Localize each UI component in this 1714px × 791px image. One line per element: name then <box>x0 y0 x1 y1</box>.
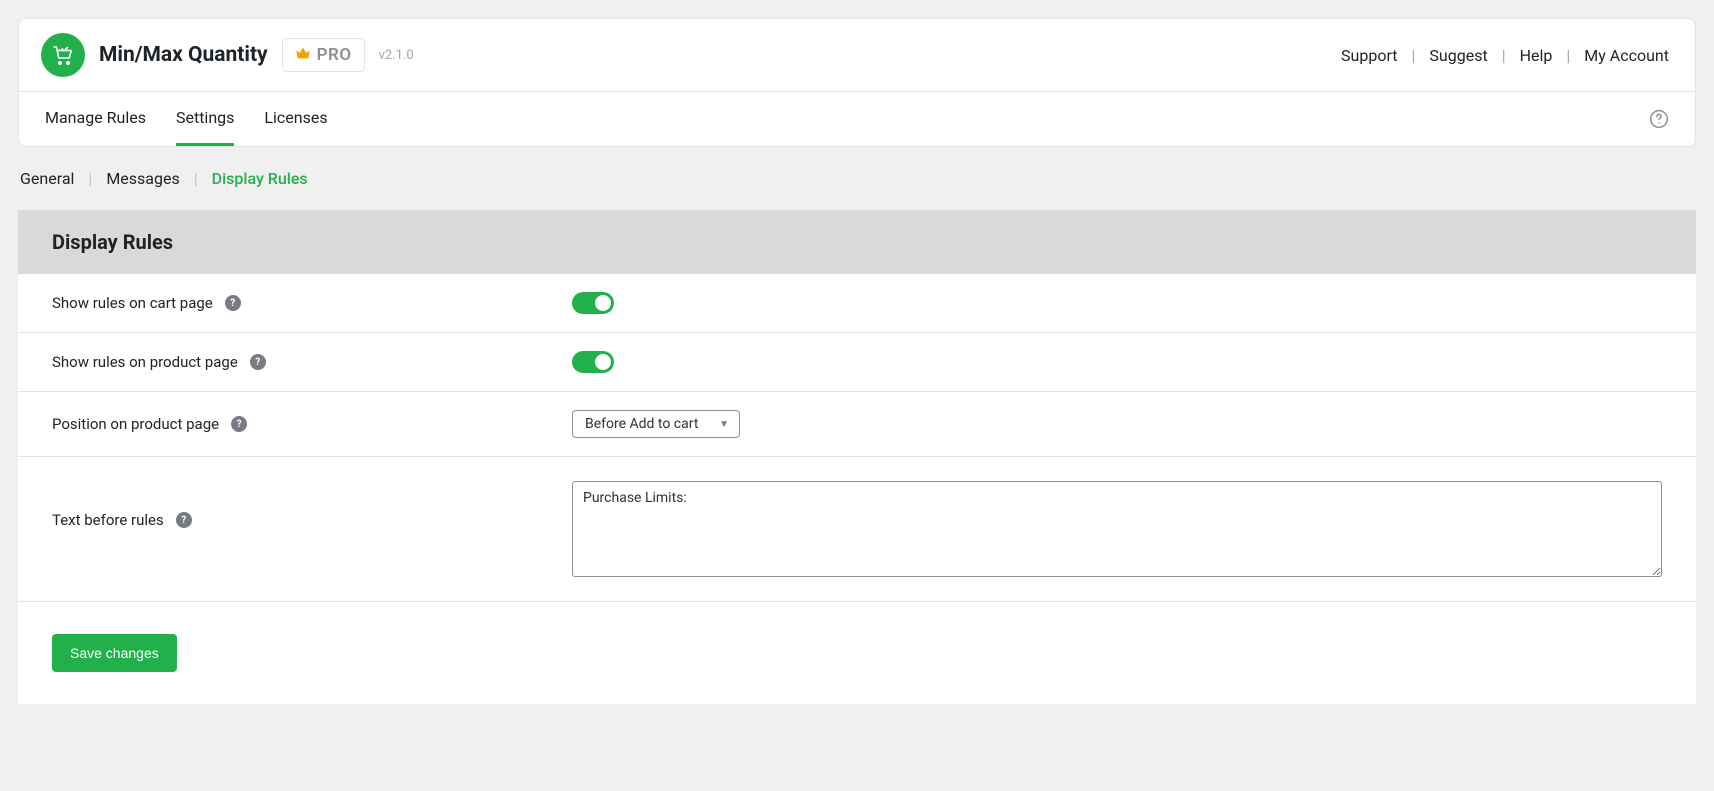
help-icon[interactable] <box>1649 109 1669 129</box>
row-show-on-product: Show rules on product page ? <box>18 333 1696 392</box>
panel-title: Display Rules <box>18 210 1696 274</box>
toggle-show-on-product[interactable] <box>572 351 614 373</box>
select-position[interactable]: Before Add to cart ▼ <box>572 410 740 438</box>
sub-nav: General | Messages | Display Rules <box>18 147 1696 210</box>
hint-icon[interactable]: ? <box>231 416 247 432</box>
link-help[interactable]: Help <box>1520 46 1553 65</box>
label-show-on-product: Show rules on product page <box>52 353 238 371</box>
pro-badge: PRO <box>282 38 365 72</box>
chevron-down-icon: ▼ <box>719 419 729 430</box>
hint-icon[interactable]: ? <box>176 512 192 528</box>
crown-icon <box>295 45 311 65</box>
subnav-general[interactable]: General <box>20 169 74 188</box>
pro-label: PRO <box>317 45 352 65</box>
label-position: Position on product page <box>52 415 219 433</box>
save-button[interactable]: Save changes <box>52 634 177 672</box>
textarea-text-before[interactable] <box>572 481 1662 577</box>
version-label: v2.1.0 <box>379 48 414 63</box>
tab-licenses[interactable]: Licenses <box>264 92 327 146</box>
tab-manage-rules[interactable]: Manage Rules <box>45 92 146 146</box>
actions-bar: Save changes <box>18 602 1696 704</box>
link-my-account[interactable]: My Account <box>1584 46 1669 65</box>
subnav-messages[interactable]: Messages <box>106 169 179 188</box>
subnav-display-rules[interactable]: Display Rules <box>212 169 308 188</box>
tab-settings[interactable]: Settings <box>176 92 234 146</box>
toggle-show-on-cart[interactable] <box>572 292 614 314</box>
select-position-value: Before Add to cart <box>585 416 698 432</box>
row-text-before: Text before rules ? <box>18 457 1696 602</box>
app-title: Min/Max Quantity <box>99 43 268 67</box>
app-logo <box>41 33 85 77</box>
label-text-before: Text before rules <box>52 511 164 529</box>
nav-tabs: Manage Rules Settings Licenses <box>19 92 1695 146</box>
header-links: Support | Suggest | Help | My Account <box>1341 46 1669 65</box>
hint-icon[interactable]: ? <box>250 354 266 370</box>
app-header: Min/Max Quantity PRO v2.1.0 Support | Su… <box>19 19 1695 92</box>
label-show-on-cart: Show rules on cart page <box>52 294 213 312</box>
settings-panel: Display Rules Show rules on cart page ? … <box>18 210 1696 704</box>
row-position: Position on product page ? Before Add to… <box>18 392 1696 457</box>
link-support[interactable]: Support <box>1341 46 1397 65</box>
hint-icon[interactable]: ? <box>225 295 241 311</box>
row-show-on-cart: Show rules on cart page ? <box>18 274 1696 333</box>
link-suggest[interactable]: Suggest <box>1429 46 1487 65</box>
